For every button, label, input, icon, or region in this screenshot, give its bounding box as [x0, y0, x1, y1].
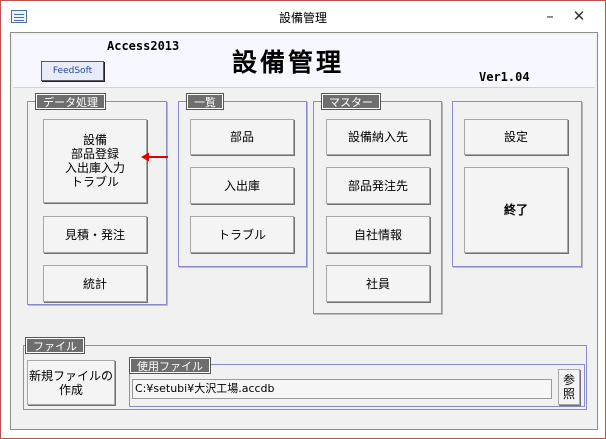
title-bar: 設備管理 – ✕: [1, 1, 605, 31]
parts-register-line: 部品登録: [70, 147, 119, 161]
data-processing-label: データ処理: [35, 93, 106, 110]
use-file-label: 使用ファイル: [129, 357, 211, 374]
window-title: 設備管理: [278, 11, 327, 25]
exit-button[interactable]: 終了: [464, 167, 568, 253]
browse-line-1: 参: [562, 373, 575, 387]
company-info-button[interactable]: 自社情報: [326, 216, 430, 253]
inout-list-button[interactable]: 入出庫: [190, 167, 294, 204]
browse-button[interactable]: 参 照: [558, 369, 580, 405]
new-file-line-1: 新規ファイルの: [28, 368, 113, 383]
new-file-button[interactable]: 新規ファイルの 作成: [27, 360, 115, 405]
parts-order-destination-button[interactable]: 部品発注先: [326, 167, 430, 204]
list-label: 一覧: [186, 93, 224, 110]
estimate-order-button[interactable]: 見積・発注: [43, 216, 147, 253]
form-header: Access2013 FeedSoft 設備管理 Ver1.04: [13, 35, 595, 88]
inout-input-line: 入出庫入力: [64, 161, 125, 175]
close-button[interactable]: ✕: [568, 6, 590, 26]
file-group: ファイル 新規ファイルの 作成 使用ファイル C:¥setubi¥大沢工場.ac…: [23, 337, 587, 410]
equipment-main-button[interactable]: 設備 部品登録 入出庫入力 トラブル: [43, 119, 147, 203]
use-file-group: 使用ファイル C:¥setubi¥大沢工場.accdb 参 照: [129, 357, 585, 407]
app-window: 設備管理 – ✕ Access2013 FeedSoft 設備管理 Ver1.0…: [0, 0, 606, 439]
minimize-button[interactable]: –: [539, 6, 561, 26]
version-label: Ver1.04: [479, 70, 530, 84]
trouble-line: トラブル: [70, 175, 119, 189]
left-arrow-icon: [141, 152, 168, 162]
statistics-button[interactable]: 統計: [43, 265, 147, 302]
equipment-supplier-button[interactable]: 設備納入先: [326, 119, 430, 155]
equipment-line: 設備: [82, 133, 107, 147]
parts-list-button[interactable]: 部品: [190, 119, 294, 155]
access-label: Access2013: [107, 39, 180, 53]
feedsoft-button[interactable]: FeedSoft: [41, 61, 104, 81]
trouble-list-button[interactable]: トラブル: [190, 216, 294, 253]
master-label: マスター: [321, 93, 381, 110]
settings-button[interactable]: 設定: [464, 119, 568, 155]
file-label: ファイル: [25, 337, 85, 354]
main-form: Access2013 FeedSoft 設備管理 Ver1.04 データ処理 設…: [10, 32, 598, 430]
file-path-field[interactable]: C:¥setubi¥大沢工場.accdb: [132, 379, 552, 399]
page-title: 設備管理: [231, 48, 344, 77]
employee-button[interactable]: 社員: [326, 265, 430, 302]
new-file-line-2: 作成: [58, 382, 83, 397]
browse-line-2: 照: [562, 387, 575, 401]
